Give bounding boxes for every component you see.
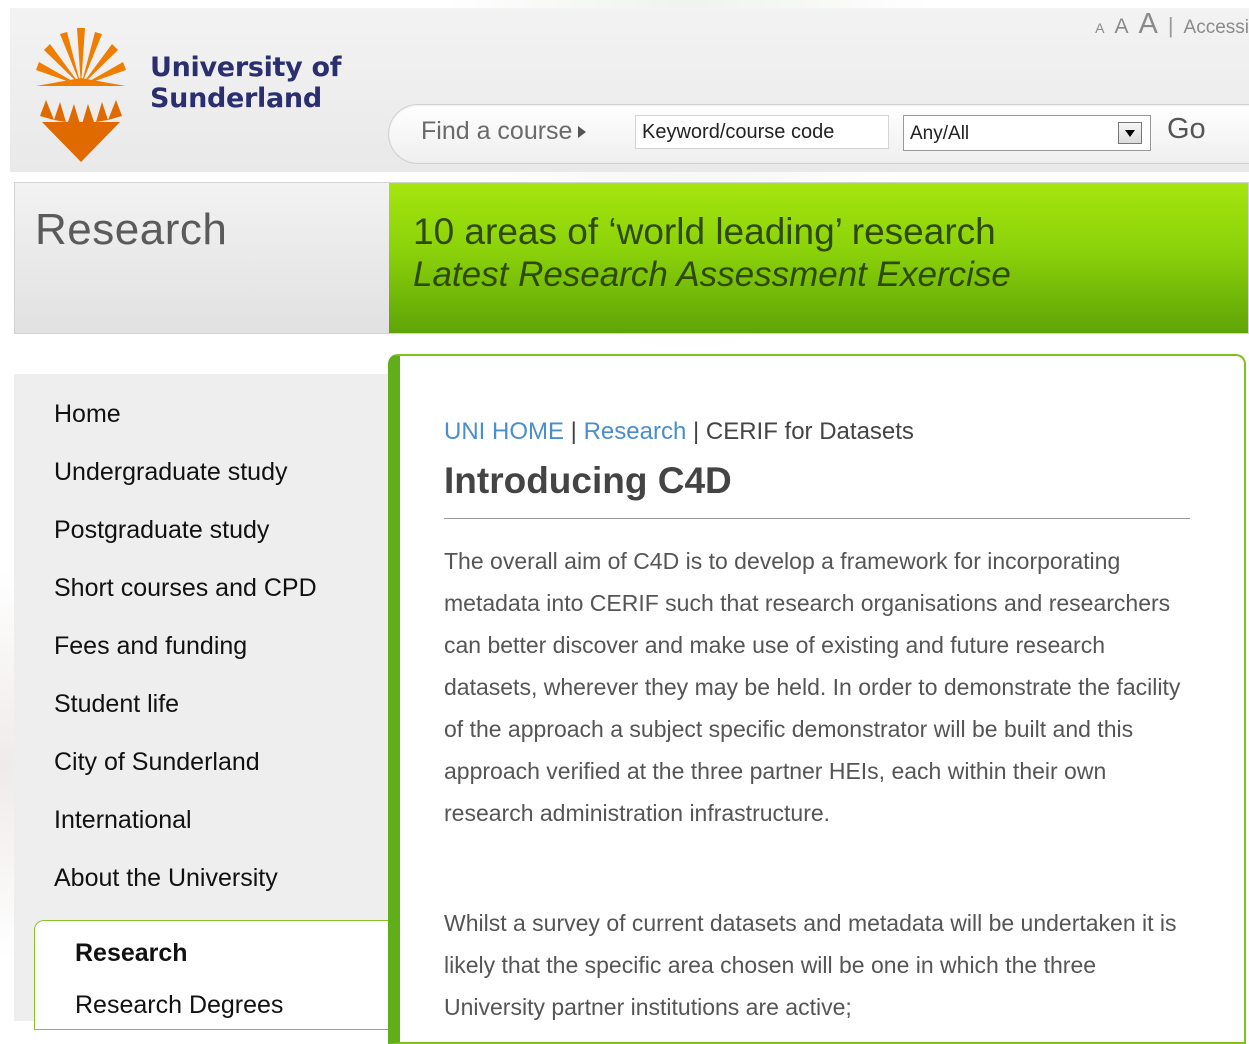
page-title: Introducing C4D [444,460,732,501]
text-size-small-button[interactable]: A [1095,20,1104,36]
dropdown-arrow-icon[interactable] [1118,122,1142,144]
text-size-medium-button[interactable]: A [1114,15,1128,39]
level-select[interactable]: Any/All [903,115,1151,151]
sidebar-item-about[interactable]: About the University [54,864,317,922]
breadcrumb-separator: | [564,418,584,445]
breadcrumb-current: CERIF for Datasets [705,418,914,445]
breadcrumb-home-link[interactable]: UNI HOME [444,418,564,445]
level-select-value: Any/All [910,123,970,144]
accessibility-bar: A A A | Accessi [1095,8,1249,41]
course-search-bar: Find a course Any/All Go [388,104,1249,164]
keyword-input[interactable] [635,115,889,149]
sidebar-subitem-research-degrees[interactable]: Research Degrees [75,991,283,1020]
text-size-large-button[interactable]: A [1138,8,1157,41]
sidebar-item-research[interactable]: Research [75,939,188,968]
nav-list: Home Undergraduate study Postgraduate st… [54,400,317,922]
title-divider [444,518,1190,519]
sidebar-item-city[interactable]: City of Sunderland [54,748,317,806]
survey-paragraph: Whilst a survey of current datasets and … [444,910,1177,1020]
section-banner: Research 10 areas of ‘world leading’ res… [14,182,1249,334]
section-title: Research [35,205,228,254]
sidebar-item-short-courses[interactable]: Short courses and CPD [54,574,317,632]
sidebar-item-international[interactable]: International [54,806,317,864]
sidebar-item-postgraduate[interactable]: Postgraduate study [54,516,317,574]
university-name-line1: University of [150,52,342,83]
banner-headline: 10 areas of ‘world leading’ research [413,211,996,252]
sidebar-item-home[interactable]: Home [54,400,317,458]
play-arrow-icon [578,126,587,139]
university-name[interactable]: University of Sunderland [150,52,342,114]
accessibility-separator: | [1167,13,1174,38]
sidebar-active-section: Research Research Degrees [34,920,394,1030]
banner-promo[interactable]: 10 areas of ‘world leading’ research Lat… [389,183,1248,333]
accessibility-link[interactable]: Accessi [1184,17,1249,39]
find-course-text: Find a course [421,117,573,145]
sidebar-item-student-life[interactable]: Student life [54,690,317,748]
breadcrumb: UNI HOME | Research | CERIF for Datasets [444,418,914,446]
find-course-label: Find a course [421,117,587,146]
sunburst-logo-icon[interactable] [36,24,126,162]
university-name-line2: Sunderland [150,83,322,114]
breadcrumb-research-link[interactable]: Research [584,418,687,445]
main-content: UNI HOME | Research | CERIF for Datasets… [388,354,1246,1044]
go-button[interactable]: Go [1167,113,1206,146]
intro-paragraph: The overall aim of C4D is to develop a f… [444,548,1181,826]
banner-subline: Latest Research Assessment Exercise [413,255,1011,294]
sidebar-item-fees[interactable]: Fees and funding [54,632,317,690]
site-header: University of Sunderland A A A | Accessi… [10,8,1249,172]
sidebar-nav: Home Undergraduate study Postgraduate st… [14,374,394,1030]
breadcrumb-separator: | [686,418,706,445]
sidebar-item-undergraduate[interactable]: Undergraduate study [54,458,317,516]
banner-section-panel: Research [15,183,389,333]
